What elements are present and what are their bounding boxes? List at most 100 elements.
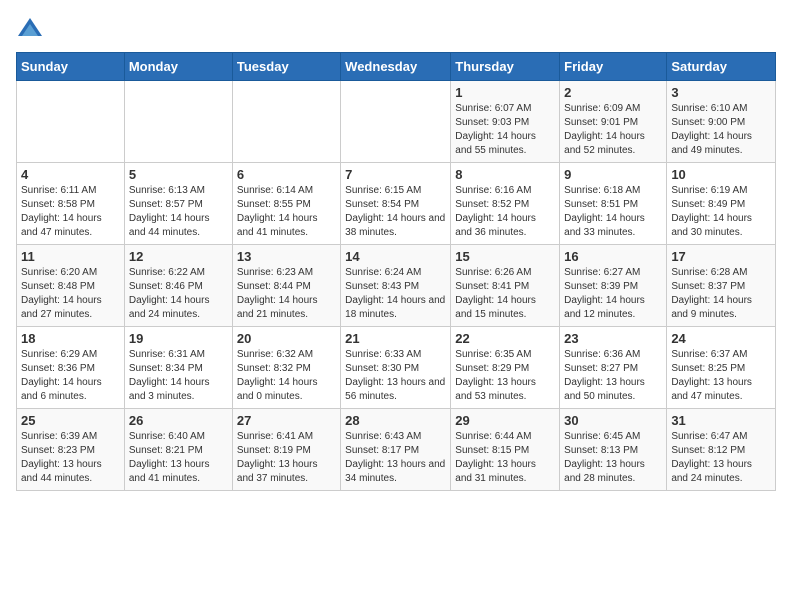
header-friday: Friday xyxy=(560,53,667,81)
calendar-cell: 27 Sunrise: 6:41 AMSunset: 8:19 PMDayligh… xyxy=(232,409,340,491)
calendar-cell: 4 Sunrise: 6:11 AMSunset: 8:58 PMDaylight… xyxy=(17,163,125,245)
day-detail: Sunrise: 6:13 AMSunset: 8:57 PMDaylight:… xyxy=(129,184,228,240)
calendar-cell: 12 Sunrise: 6:22 AMSunset: 8:46 PMDayligh… xyxy=(124,245,232,327)
week-row-4: 18 Sunrise: 6:29 AMSunset: 8:36 PMDayligh… xyxy=(17,327,776,409)
logo xyxy=(16,16,48,44)
day-number: 10 xyxy=(671,167,771,182)
header-wednesday: Wednesday xyxy=(341,53,451,81)
day-number: 8 xyxy=(455,167,555,182)
day-number: 13 xyxy=(237,249,336,264)
header-row: SundayMondayTuesdayWednesdayThursdayFrid… xyxy=(17,53,776,81)
day-detail: Sunrise: 6:09 AMSunset: 9:01 PMDaylight:… xyxy=(564,102,662,158)
calendar-cell: 1 Sunrise: 6:07 AMSunset: 9:03 PMDaylight… xyxy=(451,81,560,163)
calendar-cell: 7Sunrise: 6:15 AMSunset: 8:54 PMDaylight… xyxy=(341,163,451,245)
day-detail: Sunrise: 6:33 AMSunset: 8:30 PMDaylight:… xyxy=(345,348,446,404)
day-detail: Sunrise: 6:36 AMSunset: 8:27 PMDaylight:… xyxy=(564,348,662,404)
day-detail: Sunrise: 6:24 AMSunset: 8:43 PMDaylight:… xyxy=(345,266,446,322)
day-number: 18 xyxy=(21,331,120,346)
day-detail: Sunrise: 6:35 AMSunset: 8:29 PMDaylight:… xyxy=(455,348,555,404)
day-number: 21 xyxy=(345,331,446,346)
day-number: 15 xyxy=(455,249,555,264)
day-detail: Sunrise: 6:19 AMSunset: 8:49 PMDaylight:… xyxy=(671,184,771,240)
calendar-cell: 6 Sunrise: 6:14 AMSunset: 8:55 PMDaylight… xyxy=(232,163,340,245)
day-number: 3 xyxy=(671,85,771,100)
day-number: 28 xyxy=(345,413,446,428)
calendar-cell xyxy=(341,81,451,163)
calendar-cell: 24 Sunrise: 6:37 AMSunset: 8:25 PMDayligh… xyxy=(667,327,776,409)
calendar-cell xyxy=(232,81,340,163)
day-detail: Sunrise: 6:43 AMSunset: 8:17 PMDaylight:… xyxy=(345,430,446,486)
calendar-cell: 18 Sunrise: 6:29 AMSunset: 8:36 PMDayligh… xyxy=(17,327,125,409)
calendar-cell: 23 Sunrise: 6:36 AMSunset: 8:27 PMDayligh… xyxy=(560,327,667,409)
calendar-header: SundayMondayTuesdayWednesdayThursdayFrid… xyxy=(17,53,776,81)
day-detail: Sunrise: 6:27 AMSunset: 8:39 PMDaylight:… xyxy=(564,266,662,322)
day-detail: Sunrise: 6:31 AMSunset: 8:34 PMDaylight:… xyxy=(129,348,228,404)
day-detail: Sunrise: 6:18 AMSunset: 8:51 PMDaylight:… xyxy=(564,184,662,240)
day-number: 4 xyxy=(21,167,120,182)
calendar-cell: 20 Sunrise: 6:32 AMSunset: 8:32 PMDayligh… xyxy=(232,327,340,409)
day-number: 6 xyxy=(237,167,336,182)
day-number: 16 xyxy=(564,249,662,264)
day-number: 22 xyxy=(455,331,555,346)
week-row-1: 1 Sunrise: 6:07 AMSunset: 9:03 PMDaylight… xyxy=(17,81,776,163)
day-detail: Sunrise: 6:29 AMSunset: 8:36 PMDaylight:… xyxy=(21,348,120,404)
header-sunday: Sunday xyxy=(17,53,125,81)
day-number: 19 xyxy=(129,331,228,346)
header-tuesday: Tuesday xyxy=(232,53,340,81)
day-detail: Sunrise: 6:14 AMSunset: 8:55 PMDaylight:… xyxy=(237,184,336,240)
day-detail: Sunrise: 6:22 AMSunset: 8:46 PMDaylight:… xyxy=(129,266,228,322)
day-detail: Sunrise: 6:26 AMSunset: 8:41 PMDaylight:… xyxy=(455,266,555,322)
day-detail: Sunrise: 6:23 AMSunset: 8:44 PMDaylight:… xyxy=(237,266,336,322)
day-number: 1 xyxy=(455,85,555,100)
day-detail: Sunrise: 6:16 AMSunset: 8:52 PMDaylight:… xyxy=(455,184,555,240)
day-detail: Sunrise: 6:47 AMSunset: 8:12 PMDaylight:… xyxy=(671,430,771,486)
calendar-cell: 15 Sunrise: 6:26 AMSunset: 8:41 PMDayligh… xyxy=(451,245,560,327)
day-detail: Sunrise: 6:41 AMSunset: 8:19 PMDaylight:… xyxy=(237,430,336,486)
week-row-2: 4 Sunrise: 6:11 AMSunset: 8:58 PMDaylight… xyxy=(17,163,776,245)
day-number: 20 xyxy=(237,331,336,346)
day-detail: Sunrise: 6:28 AMSunset: 8:37 PMDaylight:… xyxy=(671,266,771,322)
calendar-cell: 13 Sunrise: 6:23 AMSunset: 8:44 PMDayligh… xyxy=(232,245,340,327)
day-detail: Sunrise: 6:44 AMSunset: 8:15 PMDaylight:… xyxy=(455,430,555,486)
calendar-cell: 11 Sunrise: 6:20 AMSunset: 8:48 PMDayligh… xyxy=(17,245,125,327)
day-detail: Sunrise: 6:37 AMSunset: 8:25 PMDaylight:… xyxy=(671,348,771,404)
day-detail: Sunrise: 6:11 AMSunset: 8:58 PMDaylight:… xyxy=(21,184,120,240)
calendar-cell: 25 Sunrise: 6:39 AMSunset: 8:23 PMDayligh… xyxy=(17,409,125,491)
header-monday: Monday xyxy=(124,53,232,81)
day-number: 7 xyxy=(345,167,446,182)
day-number: 29 xyxy=(455,413,555,428)
day-number: 24 xyxy=(671,331,771,346)
week-row-5: 25 Sunrise: 6:39 AMSunset: 8:23 PMDayligh… xyxy=(17,409,776,491)
day-detail: Sunrise: 6:32 AMSunset: 8:32 PMDaylight:… xyxy=(237,348,336,404)
header-thursday: Thursday xyxy=(451,53,560,81)
calendar-cell: 16 Sunrise: 6:27 AMSunset: 8:39 PMDayligh… xyxy=(560,245,667,327)
calendar-cell: 14Sunrise: 6:24 AMSunset: 8:43 PMDayligh… xyxy=(341,245,451,327)
day-number: 26 xyxy=(129,413,228,428)
day-detail: Sunrise: 6:45 AMSunset: 8:13 PMDaylight:… xyxy=(564,430,662,486)
calendar-cell: 19 Sunrise: 6:31 AMSunset: 8:34 PMDayligh… xyxy=(124,327,232,409)
logo-icon xyxy=(16,16,44,44)
day-number: 2 xyxy=(564,85,662,100)
calendar-cell: 2 Sunrise: 6:09 AMSunset: 9:01 PMDaylight… xyxy=(560,81,667,163)
week-row-3: 11 Sunrise: 6:20 AMSunset: 8:48 PMDayligh… xyxy=(17,245,776,327)
day-detail: Sunrise: 6:39 AMSunset: 8:23 PMDaylight:… xyxy=(21,430,120,486)
day-number: 17 xyxy=(671,249,771,264)
day-number: 23 xyxy=(564,331,662,346)
calendar-cell: 30 Sunrise: 6:45 AMSunset: 8:13 PMDayligh… xyxy=(560,409,667,491)
day-number: 11 xyxy=(21,249,120,264)
calendar-cell: 29 Sunrise: 6:44 AMSunset: 8:15 PMDayligh… xyxy=(451,409,560,491)
day-number: 27 xyxy=(237,413,336,428)
day-number: 12 xyxy=(129,249,228,264)
day-number: 25 xyxy=(21,413,120,428)
day-detail: Sunrise: 6:10 AMSunset: 9:00 PMDaylight:… xyxy=(671,102,771,158)
calendar-cell: 22 Sunrise: 6:35 AMSunset: 8:29 PMDayligh… xyxy=(451,327,560,409)
calendar-cell xyxy=(124,81,232,163)
calendar-body: 1 Sunrise: 6:07 AMSunset: 9:03 PMDaylight… xyxy=(17,81,776,491)
day-number: 30 xyxy=(564,413,662,428)
header-saturday: Saturday xyxy=(667,53,776,81)
calendar-cell: 17 Sunrise: 6:28 AMSunset: 8:37 PMDayligh… xyxy=(667,245,776,327)
day-detail: Sunrise: 6:07 AMSunset: 9:03 PMDaylight:… xyxy=(455,102,555,158)
day-detail: Sunrise: 6:20 AMSunset: 8:48 PMDaylight:… xyxy=(21,266,120,322)
calendar-cell: 31Sunrise: 6:47 AMSunset: 8:12 PMDayligh… xyxy=(667,409,776,491)
calendar-cell: 3 Sunrise: 6:10 AMSunset: 9:00 PMDaylight… xyxy=(667,81,776,163)
